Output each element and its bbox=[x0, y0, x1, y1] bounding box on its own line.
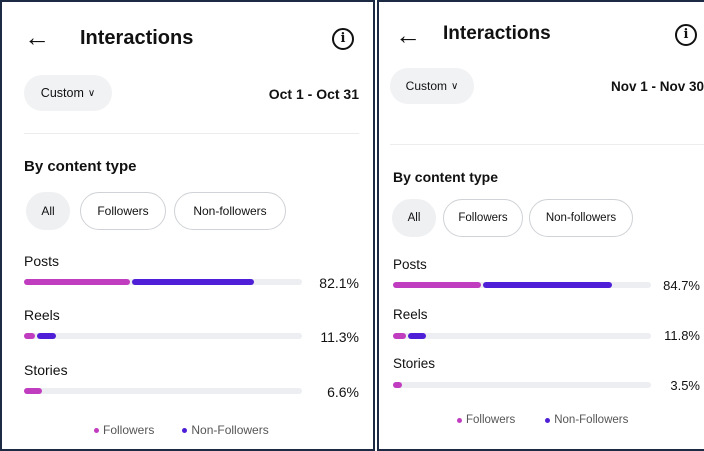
row-label-reels: Reels bbox=[24, 307, 60, 323]
posts-percent: 82.1% bbox=[319, 275, 359, 291]
legend: Followers Non-Followers bbox=[457, 414, 628, 426]
row-label-posts: Posts bbox=[393, 257, 427, 272]
chevron-down-icon: ∨ bbox=[451, 80, 459, 92]
date-range: Nov 1 - Nov 30 bbox=[610, 79, 704, 94]
section-title: By content type bbox=[24, 158, 137, 175]
reels-followers-segment bbox=[393, 333, 406, 339]
posts-followers-segment bbox=[24, 279, 130, 285]
legend: Followers Non-Followers bbox=[94, 423, 269, 437]
legend-followers: Followers bbox=[94, 423, 154, 437]
filter-pill-all[interactable]: All bbox=[26, 192, 70, 230]
reels-percent: 11.3% bbox=[320, 329, 359, 345]
divider bbox=[24, 133, 359, 134]
reels-non-followers-segment bbox=[37, 333, 56, 339]
row-label-stories: Stories bbox=[393, 356, 436, 371]
posts-bar bbox=[393, 282, 651, 288]
reels-percent: 11.8% bbox=[664, 328, 700, 343]
posts-percent: 84.7% bbox=[663, 278, 700, 293]
reels-non-followers-segment bbox=[408, 333, 426, 339]
dot-icon bbox=[182, 427, 188, 433]
dot-icon bbox=[457, 417, 462, 423]
row-label-stories: Stories bbox=[24, 362, 68, 378]
interactions-panel-november: ← Interactions i Custom ∨ Nov 1 - Nov 30… bbox=[377, 0, 704, 451]
info-icon[interactable]: i bbox=[675, 24, 697, 46]
date-range: Oct 1 - Oct 31 bbox=[268, 86, 359, 102]
section-title: By content type bbox=[393, 169, 499, 185]
stories-percent: 3.5% bbox=[670, 378, 700, 393]
info-icon[interactable]: i bbox=[332, 28, 354, 50]
custom-date-dropdown[interactable]: Custom ∨ bbox=[24, 75, 112, 111]
reels-followers-segment bbox=[24, 333, 35, 339]
filter-pill-followers[interactable]: Followers bbox=[443, 199, 523, 237]
stories-percent: 6.6% bbox=[327, 384, 359, 400]
custom-label: Custom bbox=[40, 86, 84, 100]
stories-followers-segment bbox=[24, 388, 42, 394]
stories-followers-segment bbox=[393, 382, 402, 388]
dot-icon bbox=[94, 427, 99, 433]
legend-non-followers: Non-Followers bbox=[545, 414, 628, 426]
posts-non-followers-segment bbox=[483, 282, 612, 288]
chevron-down-icon: ∨ bbox=[87, 87, 96, 99]
legend-followers: Followers bbox=[457, 414, 515, 426]
arrow-left-icon[interactable]: ← bbox=[24, 24, 50, 50]
custom-date-dropdown[interactable]: Custom ∨ bbox=[390, 68, 474, 104]
filter-pill-followers[interactable]: Followers bbox=[80, 192, 166, 230]
filter-pill-non-followers[interactable]: Non-followers bbox=[529, 199, 633, 237]
row-label-reels: Reels bbox=[393, 307, 428, 322]
stories-bar bbox=[24, 388, 302, 394]
row-label-posts: Posts bbox=[24, 253, 60, 269]
reels-bar bbox=[393, 333, 651, 339]
stories-bar bbox=[393, 382, 651, 388]
arrow-left-icon[interactable]: ← bbox=[395, 22, 421, 48]
posts-followers-segment bbox=[393, 282, 481, 288]
filter-pill-non-followers[interactable]: Non-followers bbox=[174, 192, 286, 230]
interactions-panel-october: ← Interactions i Custom ∨ Oct 1 - Oct 31… bbox=[0, 0, 375, 451]
custom-label: Custom bbox=[405, 79, 447, 93]
posts-non-followers-segment bbox=[132, 279, 254, 285]
reels-bar bbox=[24, 333, 302, 339]
filter-pill-all[interactable]: All bbox=[392, 199, 436, 237]
page-title: Interactions bbox=[443, 23, 551, 44]
divider bbox=[390, 144, 704, 145]
posts-bar bbox=[24, 279, 302, 285]
dot-icon bbox=[545, 417, 551, 423]
legend-non-followers: Non-Followers bbox=[182, 423, 269, 437]
page-title: Interactions bbox=[80, 27, 194, 49]
